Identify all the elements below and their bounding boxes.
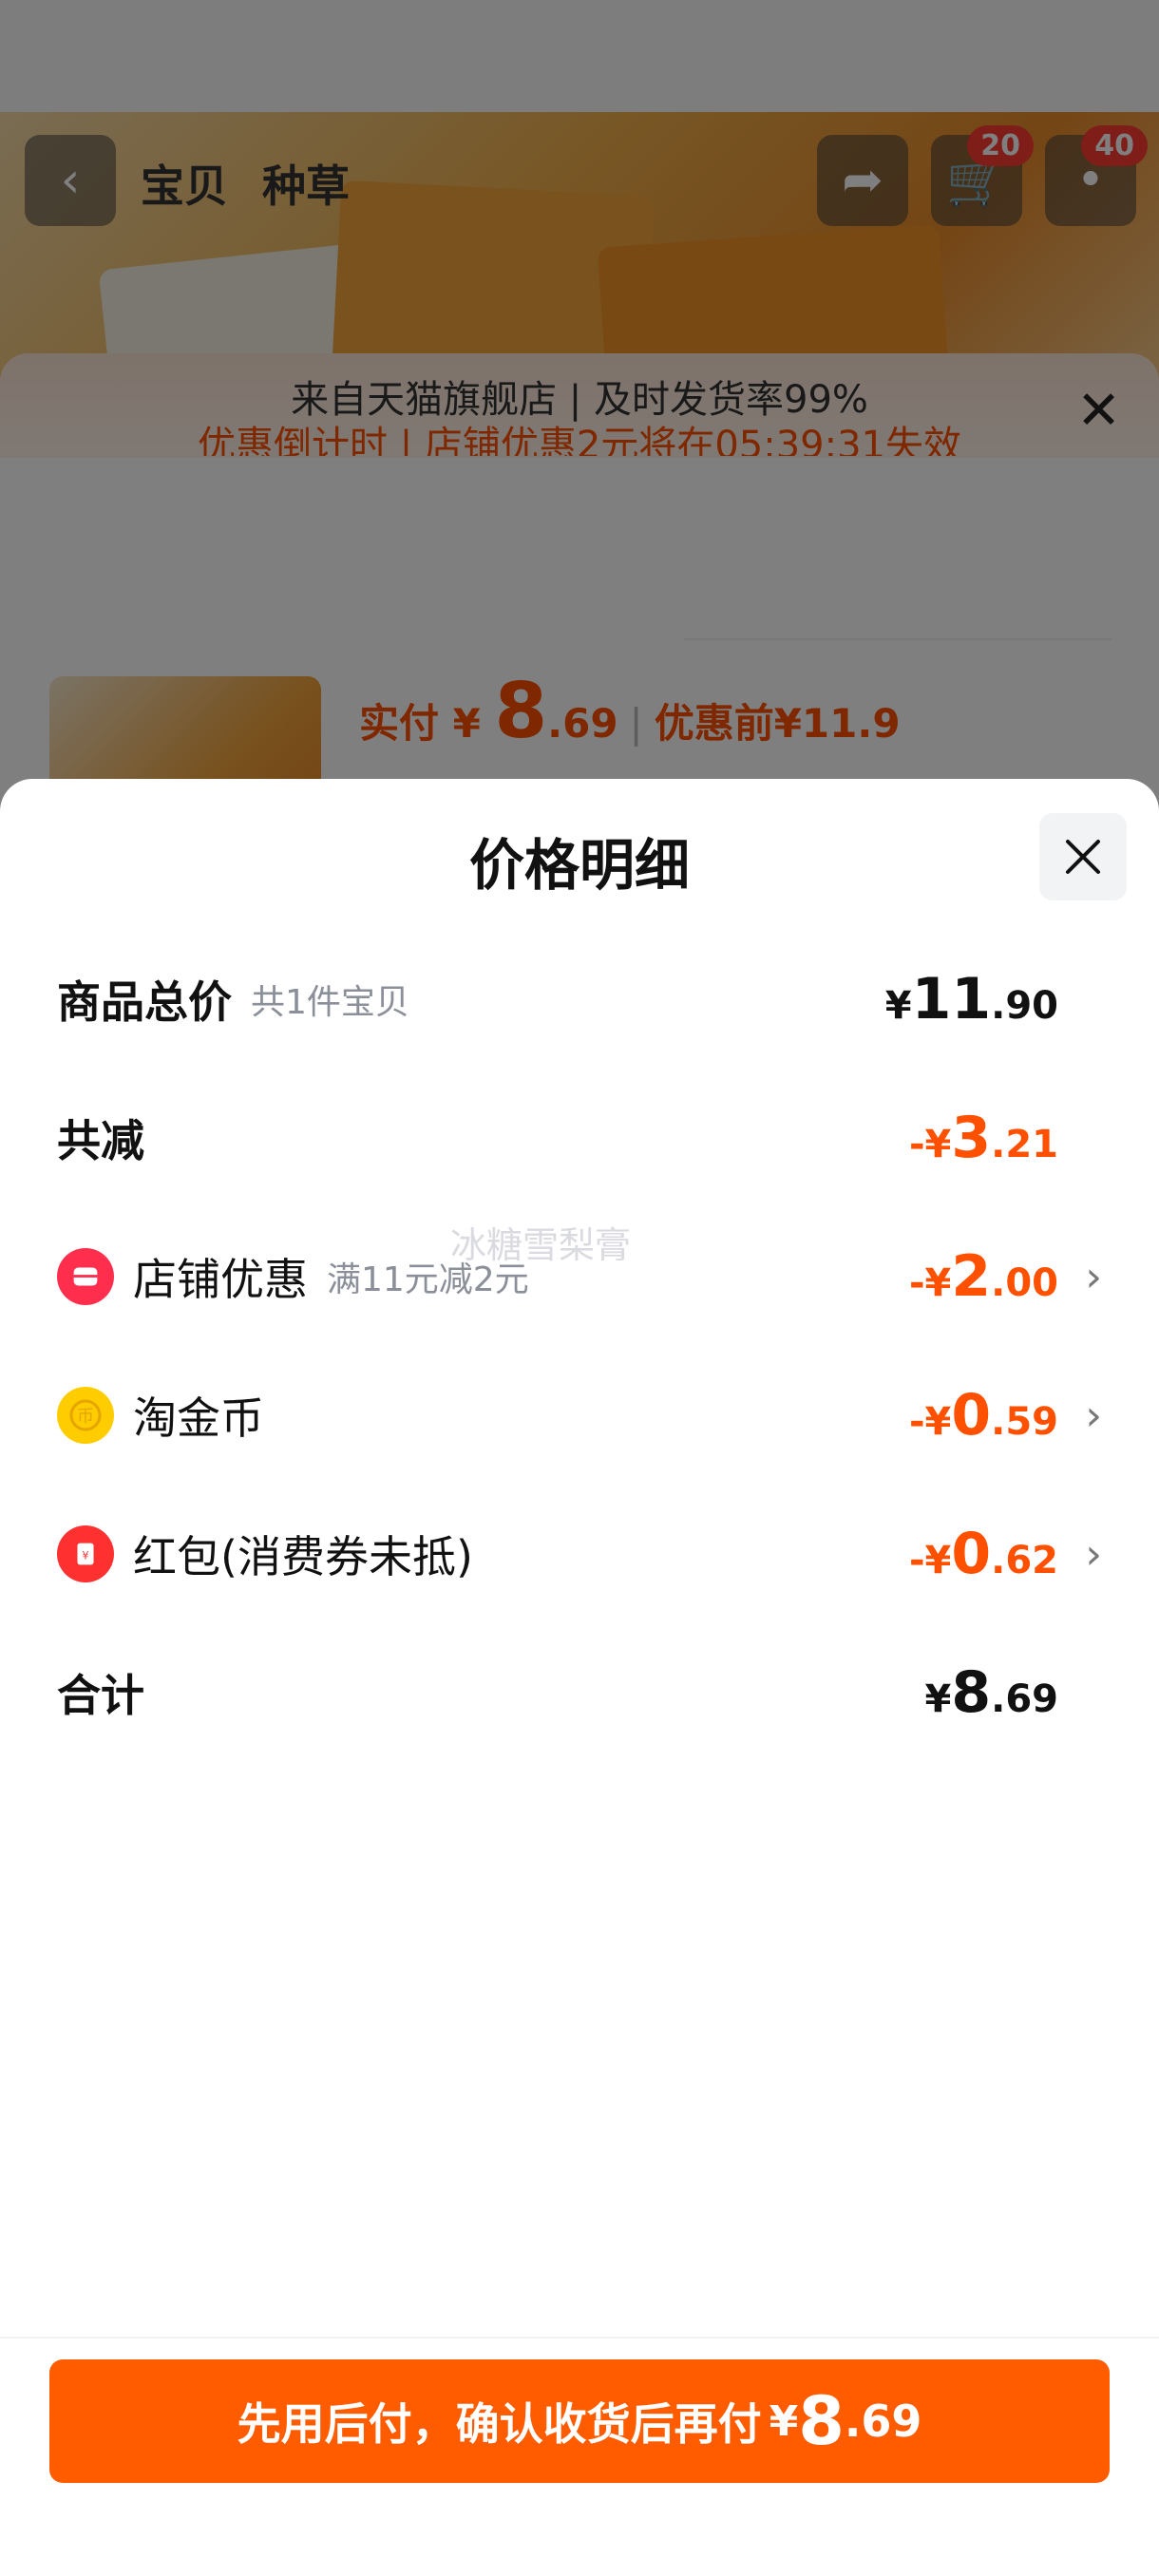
chevron-right-icon: › [1085,1252,1102,1301]
pay-button-amount-dec: .69 [844,2396,922,2447]
red-packet-icon: ¥ [57,1525,114,1582]
row-label: 红包(消费券未抵) [133,1531,473,1582]
amount-dec: .00 [991,1261,1058,1305]
amount-currency: ¥ [924,1677,952,1721]
row-amount: -¥ 3.21 [909,1105,1058,1171]
close-icon [1066,840,1100,874]
amount-currency: -¥ [908,1400,952,1444]
close-button[interactable] [1039,813,1127,900]
taojinbi-row[interactable]: 币 淘金币 -¥ 0.59 › [57,1377,1102,1453]
amount-currency: -¥ [908,1539,952,1582]
pay-button-label: 先用后付，确认收货后再付 [237,2398,762,2450]
pay-later-button[interactable]: 先用后付，确认收货后再付 ¥8.69 [49,2359,1110,2483]
amount-currency: -¥ [908,1123,952,1166]
amount-dec: .21 [991,1123,1058,1166]
row-amount: ¥11.90 [885,966,1058,1032]
amount-dec: .69 [991,1677,1058,1721]
row-sublabel: 共1件宝贝 [251,983,409,1022]
grand-total-row: 合计 ¥8.69 [57,1655,1102,1731]
amount-int: 2 [951,1243,992,1310]
amount-currency: ¥ [884,984,912,1028]
row-label: 淘金币 [133,1392,264,1444]
pay-button-amount-int: 8 [798,2382,845,2460]
amount-int: 0 [951,1382,992,1449]
row-amount: -¥ 2.00 [909,1243,1058,1310]
row-amount: -¥ 0.62 [909,1521,1058,1587]
amount-int: 3 [951,1105,992,1171]
svg-text:币: 币 [77,1407,94,1427]
total-price-row: 商品总价 共1件宝贝 ¥11.90 [57,961,1102,1037]
row-label: 合计 [57,1670,144,1721]
row-label: 商品总价 [57,976,232,1028]
amount-dec: .62 [991,1539,1058,1582]
amount-currency: -¥ [908,1261,952,1305]
chevron-right-icon: › [1085,1391,1102,1440]
pay-button-currency: ¥ [769,2396,799,2446]
amount-int: 0 [951,1521,992,1587]
row-label: 店铺优惠 [133,1254,308,1305]
row-amount: -¥ 0.59 [909,1382,1058,1449]
amount-int: 8 [951,1659,992,1726]
shop-coupon-icon [57,1248,114,1305]
total-discount-row: 共减 -¥ 3.21 [57,1100,1102,1176]
amount-int: 11 [911,966,992,1032]
watermark-text: 冰糖雪梨膏 [450,1224,632,1266]
bottom-action-bar: 先用后付，确认收货后再付 ¥8.69 [0,2337,1159,2576]
chevron-right-icon: › [1085,1529,1102,1579]
amount-dec: .59 [991,1400,1058,1444]
svg-text:¥: ¥ [82,1549,88,1563]
row-label: 共减 [57,1115,144,1166]
row-amount: ¥8.69 [925,1659,1058,1726]
modal-title: 价格明细 [468,833,690,898]
price-detail-modal: 价格明细 商品总价 共1件宝贝 ¥11.90 共减 -¥ 3.21 店铺优惠 满1… [0,779,1159,2576]
gold-coin-icon: 币 [57,1387,114,1444]
amount-dec: .90 [991,984,1058,1028]
red-packet-row[interactable]: ¥ 红包(消费券未抵) -¥ 0.62 › [57,1516,1102,1592]
